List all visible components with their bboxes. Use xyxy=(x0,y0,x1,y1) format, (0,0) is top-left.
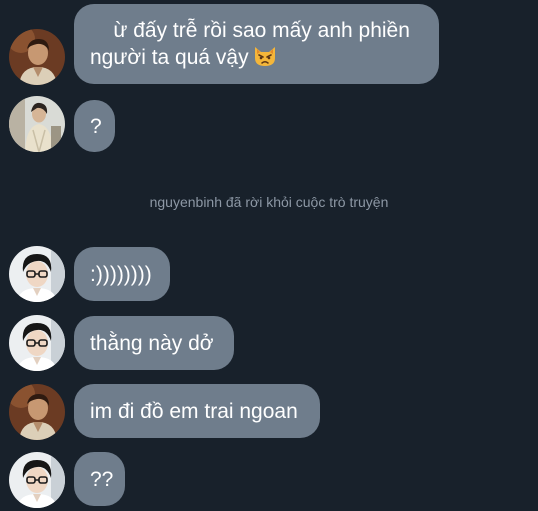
system-notice: nguyenbinh đã rời khỏi cuộc trò truyện xyxy=(149,194,389,210)
sender-avatar[interactable] xyxy=(9,29,65,85)
message-text: ?? xyxy=(90,467,114,491)
pouting-cat-emoji-icon xyxy=(254,47,275,66)
message-bubble[interactable]: thằng này dở xyxy=(74,316,234,370)
message-bubble[interactable]: im đi đồ em trai ngoan xyxy=(74,384,320,438)
message-text: thằng này dở xyxy=(90,331,214,355)
sender-avatar[interactable] xyxy=(9,96,65,152)
message-text: ? xyxy=(90,114,102,138)
message-bubble[interactable]: :)))))))) xyxy=(74,247,170,301)
message-text: im đi đồ em trai ngoan xyxy=(90,399,298,423)
sender-avatar[interactable] xyxy=(9,452,65,508)
sender-avatar[interactable] xyxy=(9,246,65,302)
message-text: :)))))))) xyxy=(90,262,152,286)
message-text: ừ đấy trễ rồi sao mấy anh phiền người ta… xyxy=(90,19,416,69)
message-bubble[interactable]: ừ đấy trễ rồi sao mấy anh phiền người ta… xyxy=(74,4,439,84)
sender-avatar[interactable] xyxy=(9,384,65,440)
sender-avatar[interactable] xyxy=(9,315,65,371)
message-bubble[interactable]: ?? xyxy=(74,452,125,506)
message-bubble[interactable]: ? xyxy=(74,100,115,152)
